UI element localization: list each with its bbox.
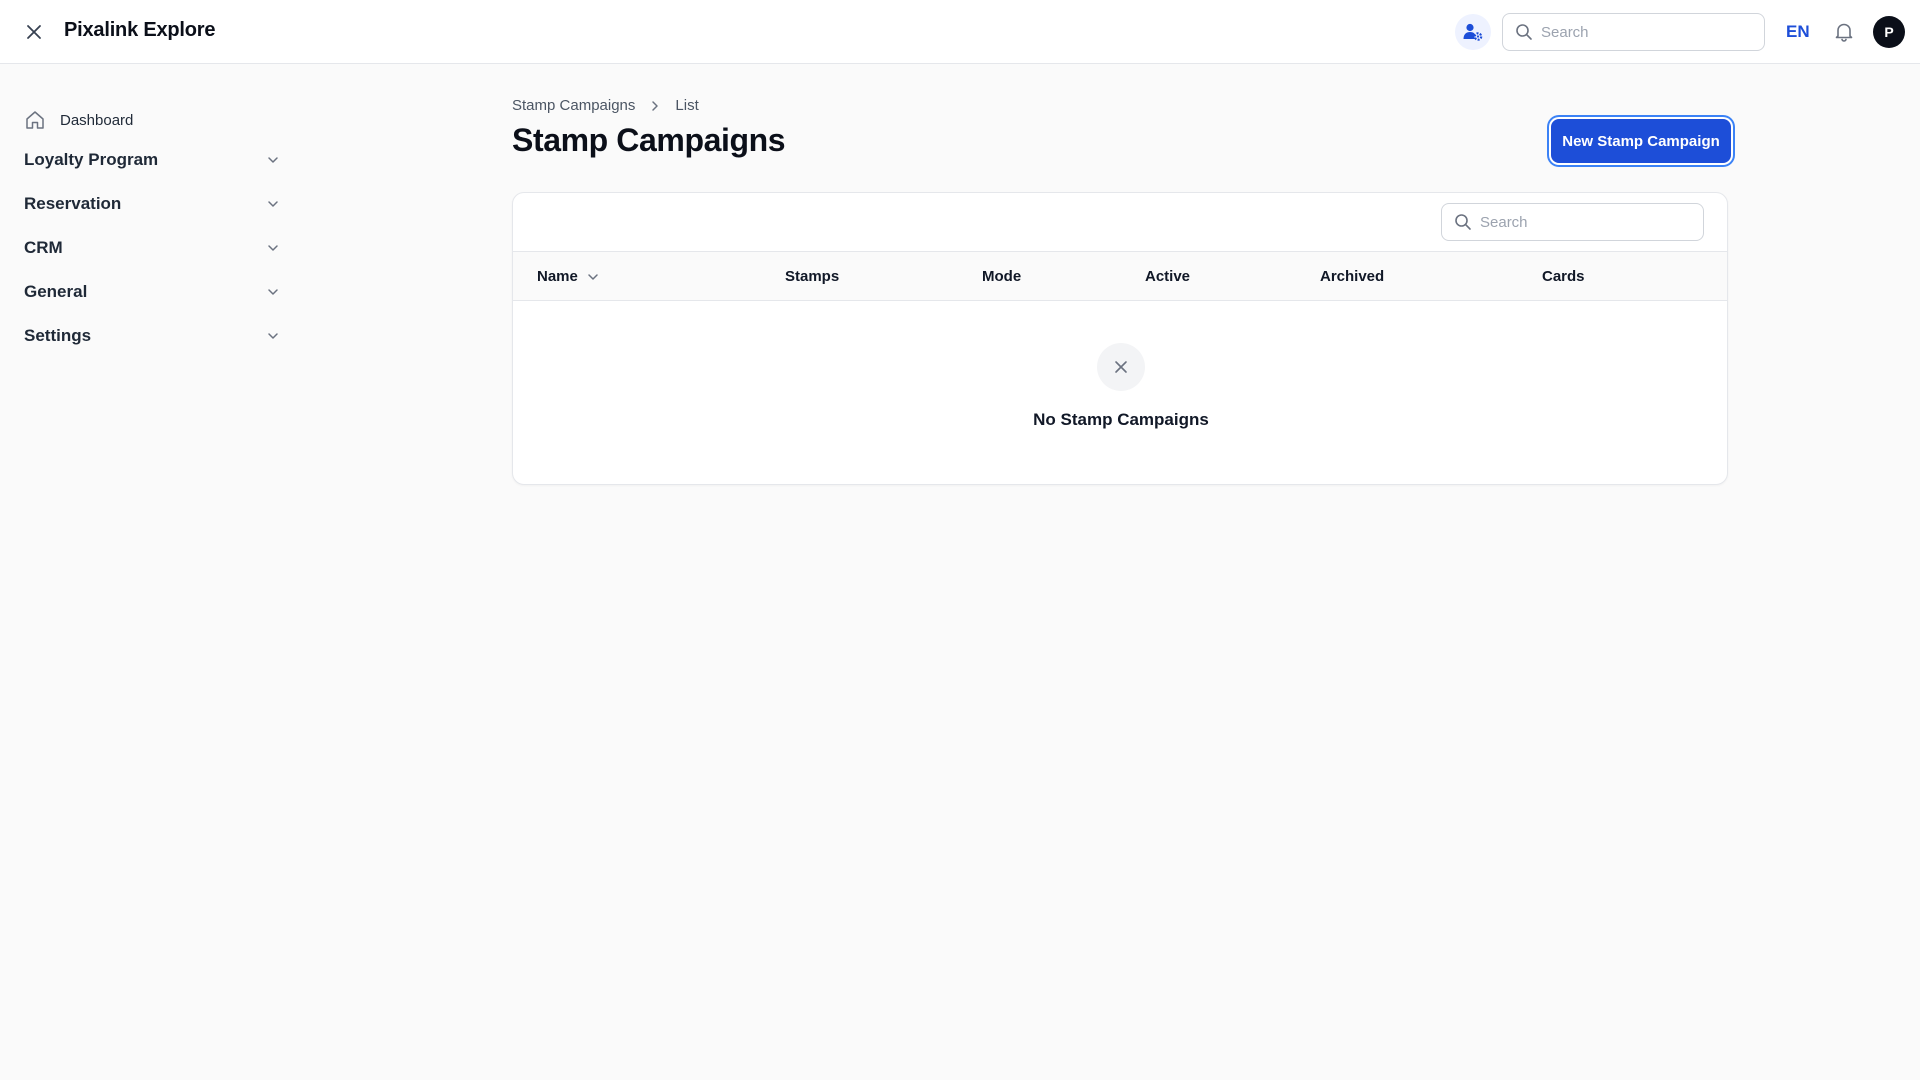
- bell-icon: [1835, 23, 1853, 42]
- global-search-field[interactable]: [1502, 13, 1765, 51]
- sidebar-item-loyalty-program[interactable]: Loyalty Program: [24, 144, 280, 176]
- sidebar-item-label: Dashboard: [60, 111, 134, 129]
- empty-state: No Stamp Campaigns: [513, 301, 1727, 484]
- notifications-button[interactable]: [1830, 18, 1858, 46]
- chevron-down-icon: [268, 201, 278, 207]
- breadcrumb: Stamp Campaigns List: [512, 97, 699, 114]
- table-toolbar: [513, 193, 1727, 252]
- page-title: Stamp Campaigns: [512, 122, 786, 158]
- new-stamp-campaign-button[interactable]: New Stamp Campaign: [1551, 119, 1731, 163]
- chevron-down-icon: [588, 273, 598, 280]
- home-icon: [26, 111, 44, 129]
- chevron-down-icon: [268, 289, 278, 295]
- sidebar-item-reservation[interactable]: Reservation: [24, 188, 280, 220]
- chevron-right-icon: [649, 100, 661, 112]
- column-header-archived: Archived: [1320, 268, 1385, 285]
- table-search-field[interactable]: [1441, 203, 1704, 241]
- search-icon: [1516, 24, 1532, 40]
- close-sidebar-button[interactable]: [20, 18, 48, 46]
- top-bar: Pixalink Explore EN P: [0, 0, 1920, 64]
- language-switcher[interactable]: EN: [1786, 22, 1810, 42]
- search-icon: [1455, 214, 1471, 230]
- global-search-input[interactable]: [1541, 23, 1741, 41]
- sidebar-item-settings[interactable]: Settings: [24, 320, 280, 352]
- empty-state-icon: [1097, 343, 1145, 391]
- close-icon: [1115, 361, 1127, 373]
- sidebar-item-crm[interactable]: CRM: [24, 232, 280, 264]
- avatar[interactable]: P: [1873, 16, 1905, 48]
- chevron-down-icon: [268, 157, 278, 163]
- sidebar-item-label: Reservation: [24, 194, 122, 213]
- table-header: Name Stamps Mode Active Archived Cards: [513, 252, 1727, 301]
- app-title: Pixalink Explore: [64, 19, 216, 41]
- empty-state-text: No Stamp Campaigns: [1033, 410, 1209, 429]
- table-search-input[interactable]: [1480, 213, 1680, 231]
- sidebar-item-label: General: [24, 282, 88, 301]
- column-header-mode: Mode: [982, 268, 1022, 285]
- breadcrumb-link-stamp-campaigns[interactable]: Stamp Campaigns: [512, 97, 635, 114]
- column-header-label: Name: [537, 268, 578, 285]
- sidebar-item-label: Settings: [24, 326, 92, 345]
- column-header-active: Active: [1145, 268, 1191, 285]
- user-settings-icon: [1463, 23, 1483, 41]
- chevron-down-icon: [268, 245, 278, 251]
- user-settings-button[interactable]: [1455, 14, 1491, 50]
- column-header-stamps: Stamps: [785, 268, 840, 285]
- sidebar-item-general[interactable]: General: [24, 276, 280, 308]
- chevron-down-icon: [268, 333, 278, 339]
- sidebar-item-label: Loyalty Program: [24, 150, 159, 169]
- column-header-cards: Cards: [1542, 268, 1585, 285]
- breadcrumb-current: List: [675, 97, 699, 114]
- campaigns-table: Name Stamps Mode Active Archived Cards N…: [512, 192, 1728, 485]
- sidebar-item-dashboard[interactable]: Dashboard: [24, 104, 284, 136]
- sidebar-item-label: CRM: [24, 238, 63, 257]
- column-header-name[interactable]: Name: [537, 268, 600, 285]
- close-icon: [27, 25, 41, 39]
